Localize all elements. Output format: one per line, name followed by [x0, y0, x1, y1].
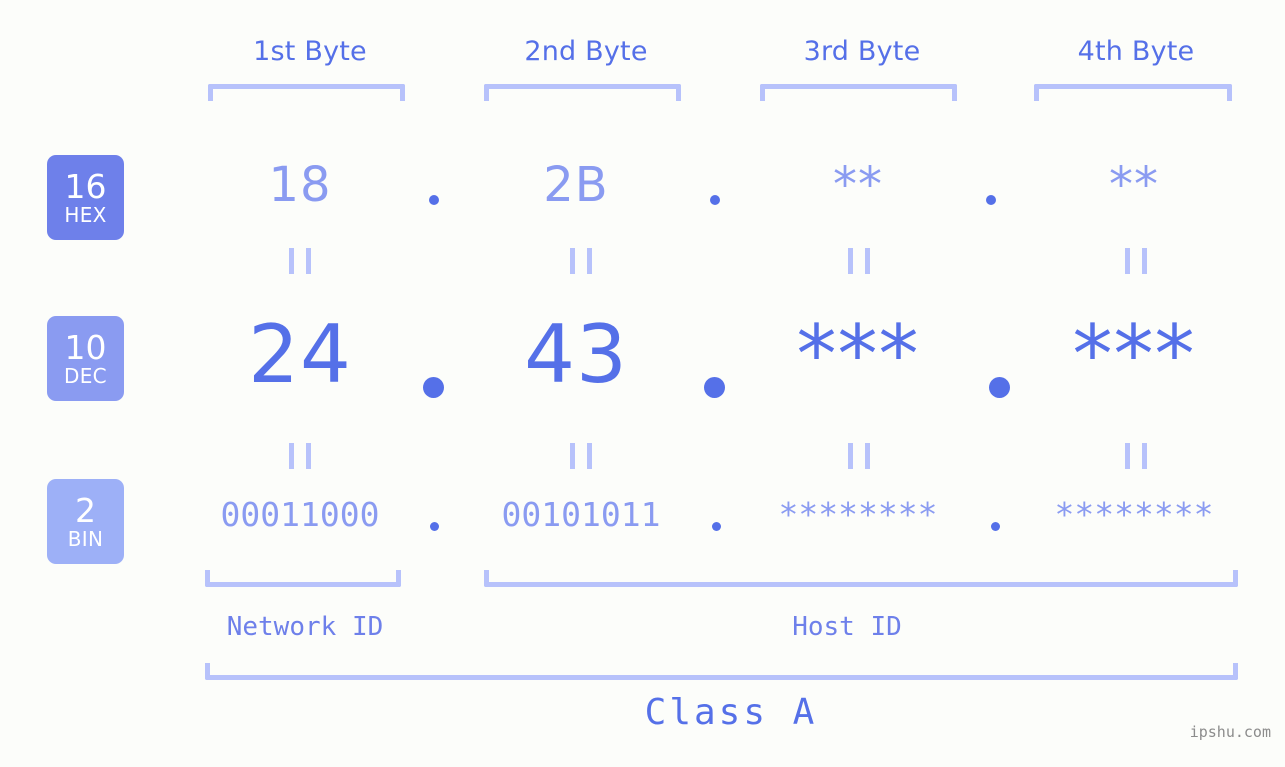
equals-icon-hex-dec-1 — [289, 248, 311, 274]
network-id-label: Network ID — [226, 612, 384, 642]
byte-header-3: 3rd Byte — [803, 36, 921, 67]
hex-byte-2: 2B — [543, 157, 609, 213]
hex-separator-2 — [710, 195, 720, 205]
equals-icon-dec-bin-2 — [570, 443, 592, 469]
radix-badge-hex-base: 16 — [64, 166, 107, 206]
byte-header-1: 1st Byte — [253, 36, 367, 67]
class-bracket — [205, 663, 1238, 680]
byte-bracket-4 — [1034, 84, 1232, 101]
bin-separator-3 — [991, 522, 1000, 531]
byte-bracket-2 — [484, 84, 681, 101]
bin-byte-3: ******** — [778, 495, 938, 534]
watermark: ipshu.com — [1189, 723, 1271, 741]
equals-icon-hex-dec-2 — [570, 248, 592, 274]
equals-icon-dec-bin-1 — [289, 443, 311, 469]
host-id-bracket — [484, 570, 1238, 587]
bin-separator-2 — [712, 522, 721, 531]
bin-byte-1: 00011000 — [220, 495, 380, 534]
radix-badge-bin-base: 2 — [75, 490, 96, 530]
hex-byte-4: ** — [1109, 157, 1159, 213]
ip-byte-diagram: 1st Byte 2nd Byte 3rd Byte 4th Byte 16 H… — [0, 0, 1285, 767]
bin-byte-4: ******** — [1054, 495, 1214, 534]
class-label: Class A — [644, 692, 818, 733]
dec-byte-2: 43 — [524, 308, 628, 401]
hex-byte-3: ** — [833, 157, 883, 213]
equals-icon-dec-bin-4 — [1125, 443, 1147, 469]
radix-badge-dec-abbr: DEC — [64, 363, 107, 388]
byte-bracket-3 — [760, 84, 957, 101]
radix-badge-dec[interactable]: 10 DEC — [47, 316, 124, 401]
dec-separator-3 — [989, 377, 1010, 398]
radix-badge-bin-abbr: BIN — [67, 526, 104, 551]
dec-byte-3: *** — [796, 308, 920, 401]
network-id-bracket — [205, 570, 401, 587]
byte-bracket-1 — [208, 84, 405, 101]
byte-header-2: 2nd Byte — [524, 36, 648, 67]
host-id-label: Host ID — [792, 612, 902, 642]
radix-badge-bin[interactable]: 2 BIN — [47, 479, 124, 564]
dec-separator-1 — [423, 377, 444, 398]
hex-byte-1: 18 — [268, 157, 332, 213]
byte-header-4: 4th Byte — [1077, 36, 1195, 67]
dec-byte-4: *** — [1072, 308, 1196, 401]
bin-separator-1 — [430, 522, 439, 531]
dec-byte-1: 24 — [248, 308, 352, 401]
radix-badge-hex-abbr: HEX — [64, 202, 107, 227]
bin-byte-2: 00101011 — [501, 495, 661, 534]
dec-separator-2 — [704, 377, 725, 398]
radix-badge-hex[interactable]: 16 HEX — [47, 155, 124, 240]
radix-badge-dec-base: 10 — [64, 327, 107, 367]
equals-icon-hex-dec-3 — [848, 248, 870, 274]
equals-icon-dec-bin-3 — [848, 443, 870, 469]
hex-separator-1 — [429, 195, 439, 205]
hex-separator-3 — [986, 195, 996, 205]
equals-icon-hex-dec-4 — [1125, 248, 1147, 274]
